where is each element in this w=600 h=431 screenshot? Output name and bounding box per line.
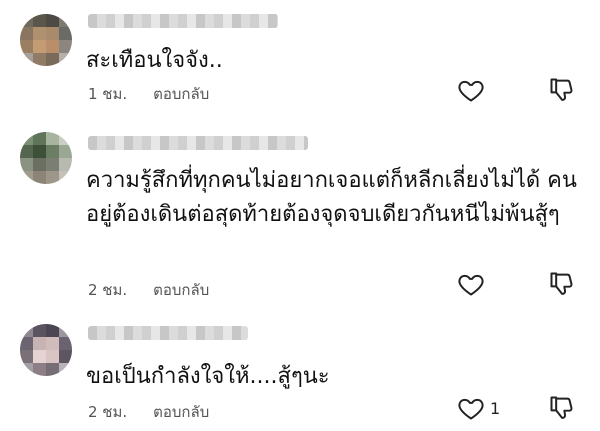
reply-button[interactable]: ตอบกลับ [153, 400, 209, 424]
dislike-button[interactable] [548, 76, 576, 108]
avatar[interactable] [20, 324, 72, 376]
comment-meta: 2 ชม. ตอบกลับ [88, 400, 209, 424]
reply-button[interactable]: ตอบกลับ [153, 82, 209, 106]
comment-text: ความรู้สึกที่ทุกคนไม่อยากเจอแต่ก็หลีกเลี… [86, 168, 577, 227]
like-button[interactable]: 1 [456, 394, 500, 422]
username-redacted[interactable] [88, 136, 308, 150]
dislike-button[interactable] [548, 394, 576, 426]
heart-outline-icon [458, 398, 484, 420]
comment-item: สะเทือนใจจัง.. 1 ชม. ตอบกลับ [0, 0, 600, 120]
thumbs-down-outline-icon [550, 78, 573, 101]
heart-outline-icon [458, 80, 484, 102]
comment-time: 2 ชม. [88, 281, 128, 299]
like-count: 1 [490, 398, 501, 418]
comment-text: สะเทือนใจจัง.. [86, 48, 223, 73]
thumbs-down-outline-icon [550, 272, 573, 295]
username-redacted[interactable] [88, 326, 248, 340]
comment-time: 1 ชม. [88, 85, 128, 103]
avatar[interactable] [20, 132, 72, 184]
username-redacted[interactable] [88, 14, 278, 28]
like-button[interactable] [456, 270, 490, 298]
comment-meta: 2 ชม. ตอบกลับ [88, 278, 209, 302]
comment-item: ขอเป็นกำลังใจให้....สู้ๆนะ 2 ชม. ตอบกลับ… [0, 310, 600, 431]
dislike-button[interactable] [548, 270, 576, 302]
comment-item: ความรู้สึกที่ทุกคนไม่อยากเจอแต่ก็หลีกเลี… [0, 120, 600, 310]
heart-outline-icon [458, 274, 484, 296]
comment-time: 2 ชม. [88, 403, 128, 421]
thumbs-down-outline-icon [550, 396, 573, 419]
reply-button[interactable]: ตอบกลับ [153, 278, 209, 302]
comment-meta: 1 ชม. ตอบกลับ [88, 82, 209, 106]
like-button[interactable] [456, 76, 490, 104]
comment-text: ขอเป็นกำลังใจให้....สู้ๆนะ [86, 364, 330, 389]
avatar[interactable] [20, 14, 72, 66]
